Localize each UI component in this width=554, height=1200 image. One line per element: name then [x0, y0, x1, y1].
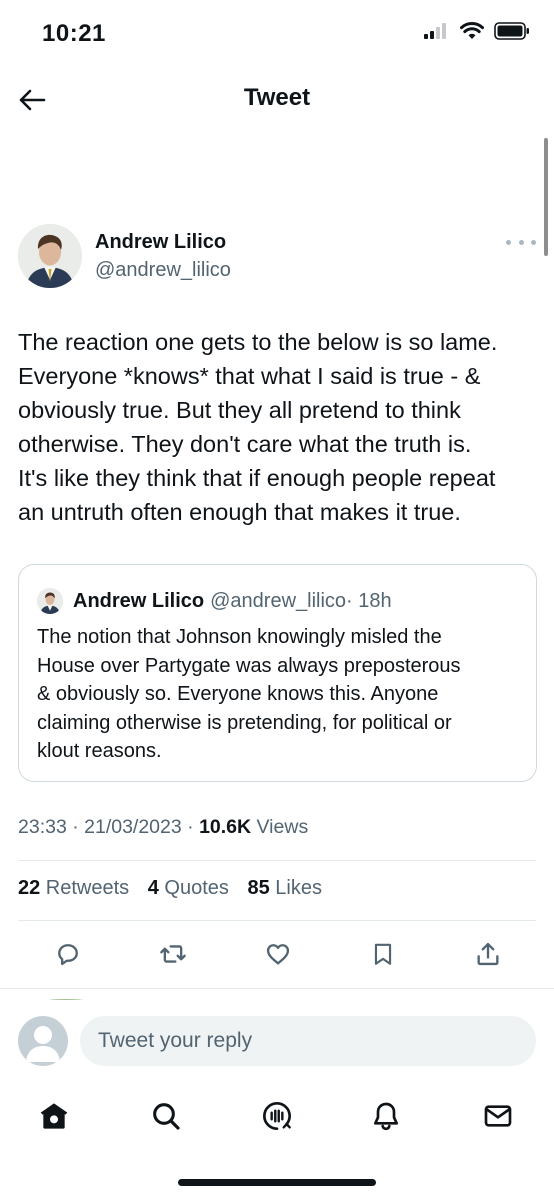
bottom-tab-bar	[0, 1086, 554, 1146]
tweet-text-line: otherwise. They don't care what the trut…	[18, 431, 472, 457]
tweet-text-line: an untruth often enough that makes it tr…	[18, 499, 461, 525]
likes-count: 85	[247, 877, 270, 899]
share-icon	[477, 942, 499, 966]
home-icon	[40, 1103, 68, 1129]
top-nav: Tweet	[0, 70, 554, 130]
bookmark-icon	[374, 943, 392, 965]
quoted-author-name: Andrew Lilico	[73, 589, 205, 612]
home-indicator[interactable]	[178, 1179, 376, 1186]
wifi-icon	[460, 22, 484, 39]
quoted-text-line: & obviously so. Everyone knows this. Any…	[37, 683, 439, 705]
messages-icon	[484, 1105, 512, 1127]
user-avatar[interactable]	[18, 1016, 68, 1066]
reply-bar: Tweet your reply	[0, 1002, 554, 1082]
divider	[18, 920, 536, 921]
tweet-text-line: It's like they think that if enough peop…	[18, 465, 496, 491]
retweets-label: Retweets	[40, 877, 130, 899]
spaces-icon	[262, 1101, 292, 1130]
quoted-text-line: klout reasons.	[37, 740, 162, 762]
more-options-icon[interactable]	[506, 236, 536, 248]
divider	[18, 860, 536, 861]
status-time: 10:21	[42, 20, 106, 47]
tab-notifications[interactable]	[364, 1094, 408, 1138]
views-label: Views	[251, 816, 309, 838]
tab-home[interactable]	[32, 1094, 76, 1138]
cellular-signal-icon	[424, 23, 446, 39]
tweet-text-line: Everyone *knows* that what I said is tru…	[18, 363, 481, 389]
tweet-timestamp: 23:33 · 21/03/2023 · 10.6K Views	[18, 816, 308, 839]
quoted-author-handle: @andrew_lilico	[210, 589, 347, 612]
retweet-icon	[160, 945, 186, 963]
quoted-text-line: claiming otherwise is pretending, for po…	[37, 711, 452, 734]
tweet-text-line: The reaction one gets to the below is so…	[18, 329, 498, 355]
heart-icon	[266, 944, 290, 965]
tweet-stats: 22 Retweets 4 Quotes 85 Likes	[18, 877, 335, 900]
quoted-time-ago: · 18h	[346, 589, 392, 612]
reply-icon	[58, 944, 78, 966]
quoted-text-line: House over Partygate was always preposte…	[37, 654, 461, 677]
author-name[interactable]: Andrew Lilico	[95, 231, 226, 254]
views-count: 10.6K	[199, 816, 252, 838]
tweet-text-line: obviously true. But they all pretend to …	[18, 397, 461, 423]
quotes-count: 4	[147, 877, 159, 899]
retweets-count: 22	[18, 877, 41, 899]
quoted-avatar	[37, 588, 63, 614]
likes-stat[interactable]: 85 Likes	[247, 877, 322, 899]
quoted-tweet-text: The notion that Johnson knowingly misled…	[37, 623, 527, 766]
status-bar: 10:21	[0, 0, 554, 70]
likes-label: Likes	[269, 877, 322, 899]
reply-input[interactable]: Tweet your reply	[80, 1016, 536, 1066]
tab-search[interactable]	[144, 1094, 188, 1138]
reply-button[interactable]	[48, 934, 88, 974]
next-reply-peek	[0, 988, 554, 1000]
timestamp-text: 23:33 · 21/03/2023 ·	[18, 816, 200, 838]
quoted-tweet[interactable]: Andrew Lilico @andrew_lilico · 18h The n…	[18, 564, 537, 782]
share-button[interactable]	[468, 934, 508, 974]
notifications-icon	[374, 1102, 398, 1131]
quoted-text-line: The notion that Johnson knowingly misled…	[37, 626, 442, 648]
quoted-tweet-header: Andrew Lilico @andrew_lilico · 18h	[37, 587, 392, 615]
tweet-actions	[48, 934, 508, 974]
retweet-button[interactable]	[153, 934, 193, 974]
tweet-author: Andrew Lilico @andrew_lilico	[18, 224, 538, 294]
like-button[interactable]	[258, 934, 298, 974]
avatar[interactable]	[18, 224, 82, 288]
quotes-stat[interactable]: 4 Quotes	[148, 877, 229, 899]
tab-spaces[interactable]	[255, 1094, 299, 1138]
bookmark-button[interactable]	[363, 934, 403, 974]
tab-messages[interactable]	[476, 1094, 520, 1138]
author-handle[interactable]: @andrew_lilico	[95, 259, 231, 282]
quotes-label: Quotes	[158, 877, 229, 899]
search-icon	[153, 1103, 180, 1130]
scrollbar[interactable]	[544, 138, 548, 256]
battery-icon	[494, 22, 529, 40]
retweets-stat[interactable]: 22 Retweets	[18, 877, 129, 899]
status-icons	[424, 22, 530, 40]
tweet-text: The reaction one gets to the below is so…	[18, 325, 548, 529]
page-title: Tweet	[243, 84, 311, 111]
